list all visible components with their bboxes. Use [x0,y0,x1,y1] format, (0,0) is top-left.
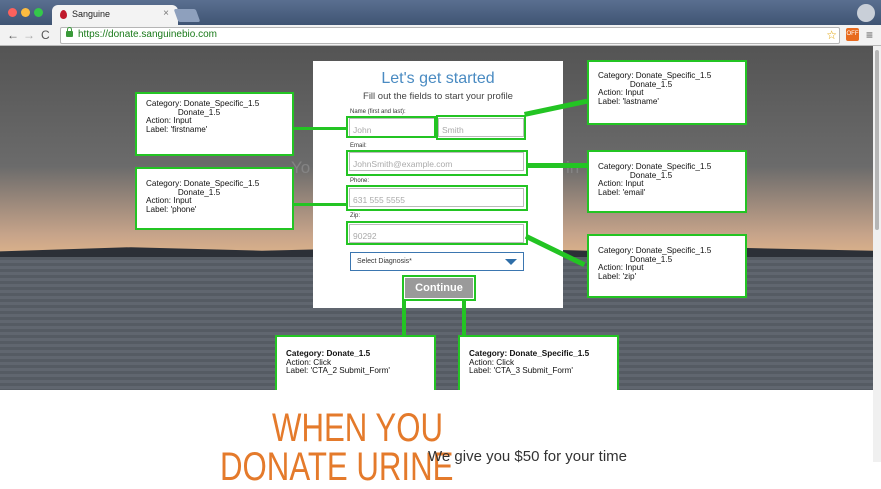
form-title: Let's get started [381,70,495,87]
zip-label: Zip: [350,213,361,219]
tab-close-icon[interactable]: × [163,8,169,19]
maximize-window-icon[interactable] [34,8,43,17]
continue-highlight [402,275,476,301]
back-icon[interactable]: ← [7,28,19,42]
diagnosis-select[interactable]: Select Diagnosis* [350,252,524,271]
phone-label: Phone: [350,178,370,184]
minimize-window-icon[interactable] [21,8,30,17]
hero-text-right: in [566,158,579,178]
browser-tab-bar: Sanguine × [0,0,881,25]
promo-section: WHEN YOU DONATE URINE We give you $50 fo… [0,390,873,487]
email-highlight [346,150,528,176]
annotation-line: Label: 'CTA_2 Submit_Form' [286,366,390,375]
chevron-down-icon [505,259,517,265]
phone-connector [294,203,347,206]
annotation-line: Label: 'lastname' [598,96,659,106]
close-window-icon[interactable] [8,8,17,17]
promo-headline-line2: DONATE URINE [220,445,454,489]
lastname-highlight [436,115,526,140]
annotation-line: Label: 'firstname' [146,124,208,134]
email-connector [527,163,588,168]
menu-icon[interactable]: ≡ [866,28,873,42]
annotation-line: Label: 'email' [598,187,646,197]
cta3-connector [462,300,466,335]
new-tab-button[interactable] [173,9,201,22]
tab-title: Sanguine [72,9,111,19]
browser-toolbar: ← → C https://donate.sanguinebio.com ☆ O… [0,25,881,46]
annotation-lastname: Category: Donate_Specific_1.5 Donate_1.5… [587,60,747,125]
extension-icon[interactable]: OFF [846,28,859,41]
forward-icon[interactable]: → [23,28,35,42]
diagnosis-select-label: Select Diagnosis* [357,258,412,265]
zip-highlight [346,221,528,245]
annotation-line: Label: 'zip' [598,271,637,281]
bookmark-star-icon[interactable]: ☆ [826,28,837,42]
cta2-connector [402,300,406,335]
phone-highlight [346,185,528,211]
annotation-phone: Category: Donate_Specific_1.5 Donate_1.5… [135,167,294,230]
promo-subtext: We give you $50 for your time [428,448,627,465]
annotation-line: Label: 'CTA_3 Submit_Form' [469,366,573,375]
annotation-email: Category: Donate_Specific_1.5 Donate_1.5… [587,150,747,213]
blood-drop-icon [60,10,67,19]
form-subtitle: Fill out the fields to start your profil… [363,91,513,102]
reload-icon[interactable]: C [41,28,50,42]
firstname-highlight [346,116,436,138]
address-bar[interactable]: https://donate.sanguinebio.com ☆ [60,27,840,44]
annotation-line: Label: 'phone' [146,204,197,214]
user-profile-icon[interactable] [857,4,875,22]
promo-headline-line1: WHEN YOU [272,406,444,450]
annotation-firstname: Category: Donate_Specific_1.5 Donate_1.5… [135,92,294,156]
scrollbar-thumb[interactable] [875,50,879,230]
annotation-zip: Category: Donate_Specific_1.5 Donate_1.5… [587,234,747,298]
firstname-connector [294,127,347,130]
lock-icon [66,27,73,37]
url-text: https://donate.sanguinebio.com [78,29,217,40]
browser-tab[interactable]: Sanguine × [52,5,178,25]
email-label: Email: [350,143,367,149]
name-label: Name (first and last): [350,109,406,115]
